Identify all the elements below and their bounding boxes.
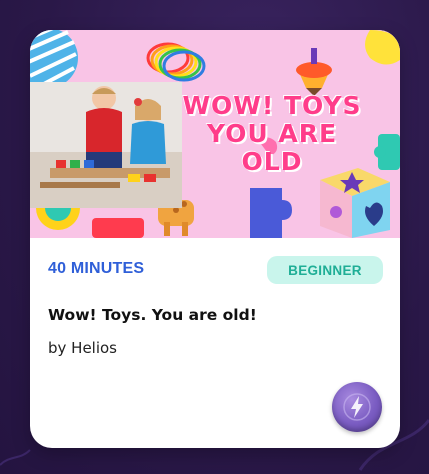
- striped-ball-icon: [30, 30, 78, 88]
- course-duration: 40 MINUTES: [48, 260, 145, 277]
- course-title[interactable]: Wow! Toys. You are old!: [48, 306, 257, 324]
- puzzle-piece-icon: [250, 188, 292, 238]
- course-author: by Helios: [48, 339, 118, 357]
- photo-illustration: [30, 82, 182, 208]
- difficulty-badge: BEGINNER: [267, 256, 383, 284]
- lightning-bolt-icon: [343, 393, 371, 421]
- boost-button[interactable]: [332, 382, 382, 432]
- banner-title: WOW! TOYS YOU ARE OLD: [182, 91, 362, 176]
- slinky-toy-icon: [146, 42, 206, 82]
- children-playing-photo: [30, 82, 182, 208]
- spinning-top-icon: [296, 48, 332, 96]
- course-banner: WOW! TOYS YOU ARE OLD: [30, 30, 400, 238]
- course-card[interactable]: WOW! TOYS YOU ARE OLD 40 MINUTES BEGINNE…: [30, 30, 400, 448]
- toy-block-icon: [320, 168, 390, 238]
